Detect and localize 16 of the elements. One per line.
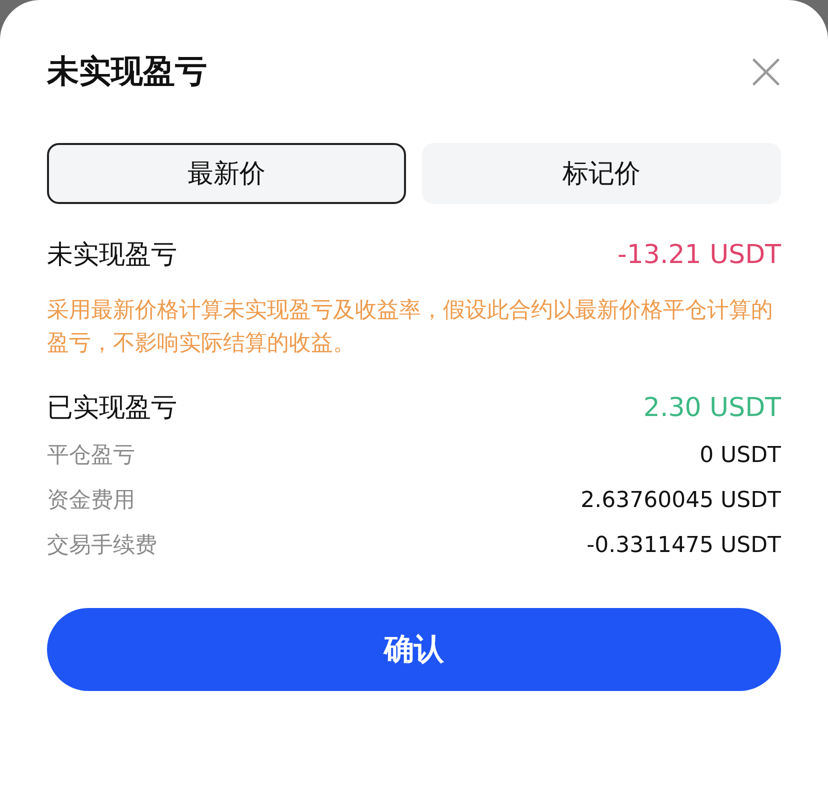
realized-value: 2.30 USDT: [643, 392, 781, 422]
close-button[interactable]: [751, 57, 781, 87]
unrealized-value: -13.21 USDT: [617, 240, 781, 270]
price-tab[interactable]: 标记价: [422, 143, 781, 204]
detail-value: 0 USDT: [700, 442, 781, 468]
confirm-button[interactable]: 确认: [47, 608, 781, 691]
note-text: 采用最新价格计算未实现盈亏及收益率，假设此合约以最新价格平仓计算的盈亏，不影响实际结算的收益。: [47, 297, 774, 358]
price-tab[interactable]: 最新价: [47, 143, 406, 204]
detail-value: -0.3311475 USDT: [586, 532, 781, 558]
detail-value: 2.63760045 USDT: [580, 488, 781, 512]
unrealized-label: 未实现盈亏: [47, 239, 177, 272]
detail-label: 交易手续费: [47, 532, 157, 560]
realized-label: 已实现盈亏: [47, 392, 177, 425]
detail-label: 资金费用: [47, 487, 135, 515]
dialog-title: 未实现盈亏: [47, 51, 207, 92]
detail-label: 平仓盈亏: [47, 442, 135, 470]
